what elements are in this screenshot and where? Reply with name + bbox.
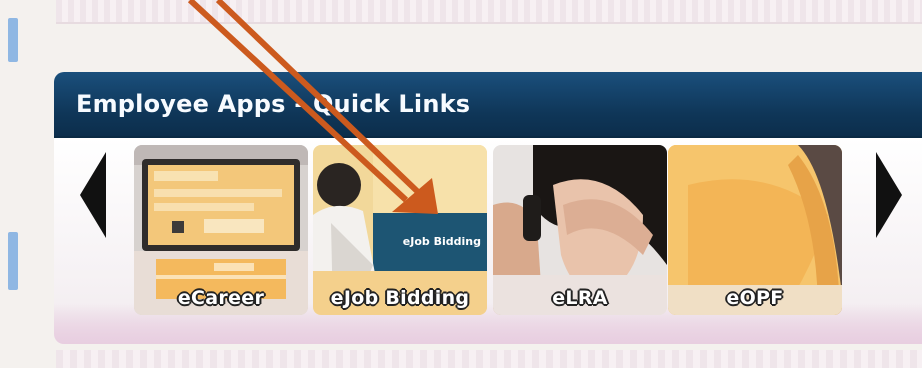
carousel-prev-button[interactable] <box>78 150 118 240</box>
triangle-right-icon <box>876 152 902 238</box>
left-edge-tab <box>8 18 18 62</box>
tile-ecareer[interactable]: eCareer <box>134 145 308 315</box>
panel-header: Employee Apps - Quick Links <box>54 72 922 138</box>
tile-eopf[interactable]: eOPF <box>668 145 842 315</box>
triangle-left-icon <box>80 152 106 238</box>
carousel-next-button[interactable] <box>868 150 908 240</box>
tile-elra[interactable]: eLRA <box>493 145 667 315</box>
left-edge-tab <box>8 232 18 290</box>
tile-label: eLRA <box>552 287 608 309</box>
tile-label: eCareer <box>177 287 265 309</box>
top-strip <box>56 0 922 24</box>
panel-title: Employee Apps - Quick Links <box>76 90 471 118</box>
ejob-bidding-sign: eJob Bidding <box>381 213 487 269</box>
tile-ejob-bidding[interactable]: eJob Bidding eJob Bidding <box>313 145 487 315</box>
tile-label: eOPF <box>726 287 784 309</box>
bottom-strip <box>56 350 922 368</box>
tile-label: eJob Bidding <box>330 287 470 309</box>
